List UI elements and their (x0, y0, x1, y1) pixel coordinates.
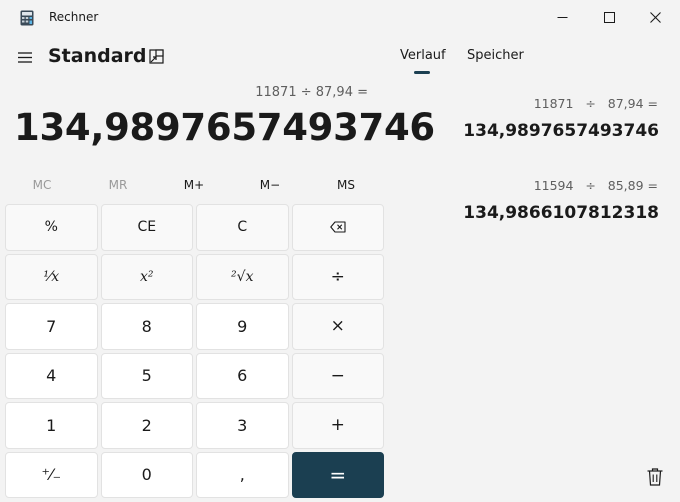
digit-5-button[interactable]: 5 (100, 352, 193, 399)
calculator-app-icon (20, 10, 34, 26)
navigation-menu-button[interactable] (16, 50, 36, 66)
minimize-button[interactable] (539, 0, 585, 34)
digit-9-button[interactable]: 9 (196, 303, 289, 350)
memory-add-button[interactable]: M+ (156, 178, 232, 198)
keep-on-top-icon (149, 49, 164, 64)
window-title: Rechner (49, 10, 99, 24)
tab-memory[interactable]: Speicher (467, 48, 524, 63)
memory-recall-button[interactable]: MR (80, 178, 156, 198)
backspace-button[interactable] (291, 204, 384, 251)
digit-4-button[interactable]: 4 (5, 352, 98, 399)
clear-button[interactable]: C (196, 204, 289, 251)
multiply-button[interactable]: × (291, 303, 384, 350)
title-bar: Rechner (0, 0, 680, 34)
history-result: 134,9866107812318 (463, 203, 659, 223)
digit-3-button[interactable]: 3 (196, 402, 289, 449)
square-button[interactable]: x² (100, 253, 193, 300)
memory-subtract-button[interactable]: M− (232, 178, 308, 198)
subtract-button[interactable]: − (291, 352, 384, 399)
digit-7-button[interactable]: 7 (5, 303, 98, 350)
negate-button[interactable]: ⁺⁄₋ (5, 451, 98, 498)
memory-clear-button[interactable]: MC (4, 178, 80, 198)
tab-history[interactable]: Verlauf (400, 48, 446, 63)
backspace-icon (330, 221, 346, 233)
digit-2-button[interactable]: 2 (100, 402, 193, 449)
reciprocal-button[interactable]: ¹⁄x (5, 253, 98, 300)
equals-button[interactable]: = (291, 451, 384, 498)
digit-8-button[interactable]: 8 (100, 303, 193, 350)
keep-on-top-button[interactable] (148, 48, 166, 66)
trash-icon (647, 468, 663, 486)
maximize-button[interactable] (586, 0, 632, 34)
square-root-button[interactable]: ²√x (196, 253, 289, 300)
calculator-mode-title: Standard (48, 45, 147, 67)
close-button[interactable] (632, 0, 678, 34)
clear-history-button[interactable] (646, 467, 664, 487)
memory-controls: MC MR M+ M− MS (4, 178, 384, 198)
decimal-separator-button[interactable]: , (196, 451, 289, 498)
active-tab-indicator (414, 71, 430, 74)
digit-1-button[interactable]: 1 (5, 402, 98, 449)
divide-button[interactable]: ÷ (291, 253, 384, 300)
percent-button[interactable]: % (5, 204, 98, 251)
memory-store-button[interactable]: MS (308, 178, 384, 198)
add-button[interactable]: + (291, 402, 384, 449)
close-icon (649, 11, 661, 23)
digit-6-button[interactable]: 6 (196, 352, 289, 399)
keypad: % CE C ¹⁄x x² ²√x ÷ 7 8 9 × 4 5 6 − 1 2 … (5, 204, 384, 498)
minimize-icon (557, 16, 567, 18)
result-display: 134,9897657493746 (14, 106, 435, 149)
expression-display: 11871 ÷ 87,94 = (255, 85, 368, 100)
clear-entry-button[interactable]: CE (100, 204, 193, 251)
history-expression: 11594 ÷ 85,89 = (533, 178, 658, 193)
history-result: 134,9897657493746 (463, 121, 659, 141)
digit-0-button[interactable]: 0 (100, 451, 193, 498)
history-expression: 11871 ÷ 87,94 = (533, 96, 658, 111)
maximize-icon (603, 11, 615, 23)
hamburger-icon (18, 52, 32, 63)
